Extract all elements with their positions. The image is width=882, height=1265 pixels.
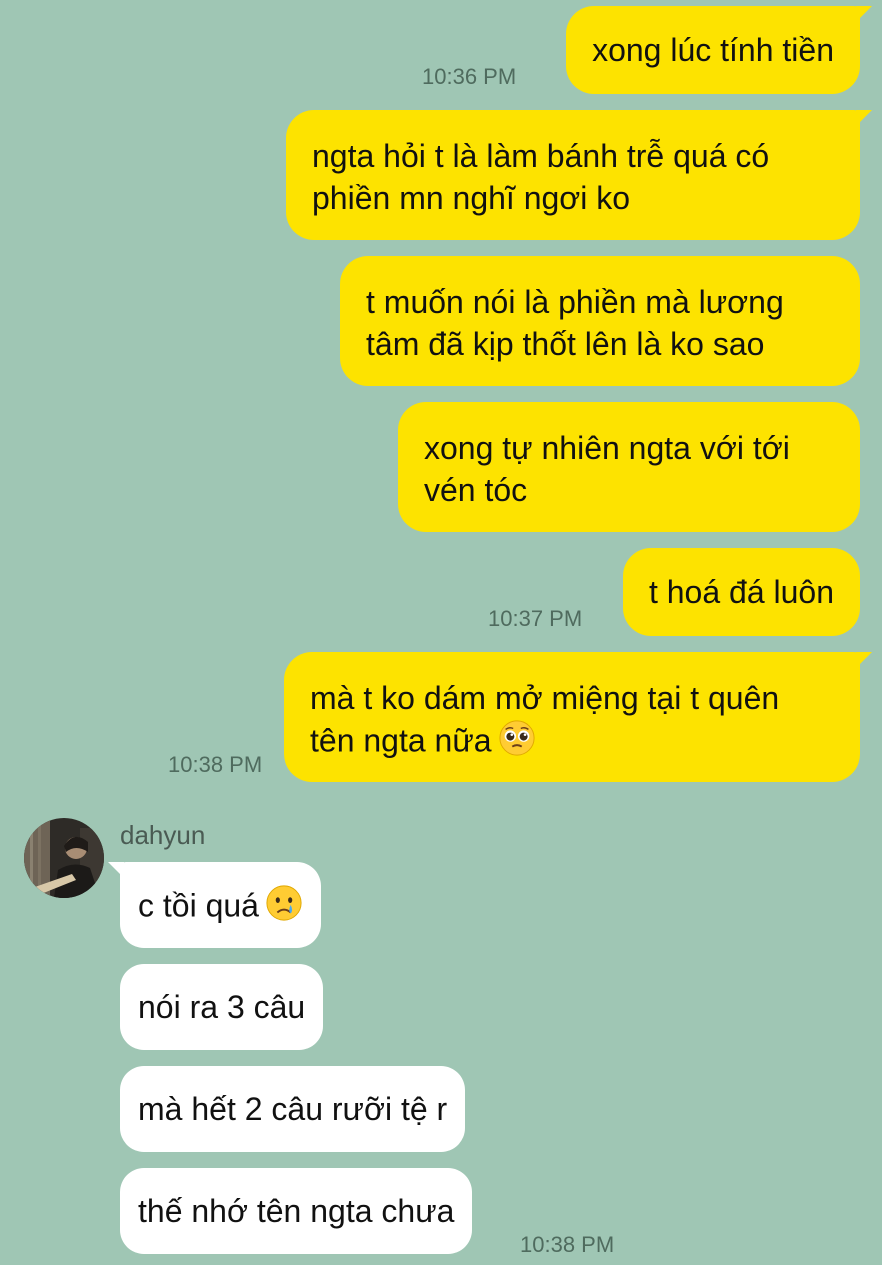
message-timestamp: 10:36 PM [422,64,517,89]
outgoing-message[interactable]: mà t ko dám mở miệng tại t quên tên ngta… [284,652,872,782]
message-text: tên ngta nữa [310,722,492,759]
message-text-line: phiền mn nghĩ ngơi ko [312,180,631,216]
outgoing-message[interactable]: t muốn nói là phiền mà lương tâm đã kịp … [340,256,860,386]
message-text-line: xong tự nhiên ngta với tới [424,430,790,466]
message-text-line: t muốn nói là phiền mà lương [366,284,784,320]
outgoing-message[interactable]: t hoá đá luôn [622,548,860,636]
incoming-message[interactable]: thế nhớ tên ngta chưa [120,1168,473,1254]
message-text-line: tên ngta nữa [310,719,834,767]
outgoing-message[interactable]: xong tự nhiên ngta với tới vén tóc [398,402,860,532]
message-text-line: tâm đã kịp thốt lên là ko sao [366,326,765,362]
pleading-face-icon [498,719,536,767]
message-text: nói ra 3 câu [138,989,306,1025]
message-text: xong lúc tính tiền [592,32,834,68]
outgoing-message[interactable]: xong lúc tính tiền [566,6,872,94]
outgoing-message[interactable]: ngta hỏi t là làm bánh trễ quá có phiền … [286,110,872,240]
message-timestamp: 10:38 PM [520,1232,615,1257]
message-text: c tồi quá [138,887,259,924]
message-timestamp: 10:37 PM [488,606,583,631]
incoming-message[interactable]: c tồi quá [108,862,321,948]
contact-avatar[interactable] [24,818,104,898]
message-text-line: ngta hỏi t là làm bánh trễ quá có [312,138,770,174]
message-timestamp: 10:38 PM [168,752,263,777]
message-text: thế nhớ tên ngta chưa [138,1193,455,1229]
contact-name: dahyun [120,820,206,850]
message-text: mà hết 2 câu rưỡi tệ r [138,1091,448,1127]
incoming-message[interactable]: nói ra 3 câu [120,964,324,1050]
message-text-line: vén tóc [424,472,528,508]
incoming-message[interactable]: mà hết 2 câu rưỡi tệ r [120,1066,466,1152]
crying-face-icon [265,884,303,932]
chat-thread: 10:36 PM xong lúc tính tiền ngta hỏi t l… [0,0,882,1265]
message-text: t hoá đá luôn [648,574,834,610]
message-text-line: mà t ko dám mở miệng tại t quên [310,680,780,716]
